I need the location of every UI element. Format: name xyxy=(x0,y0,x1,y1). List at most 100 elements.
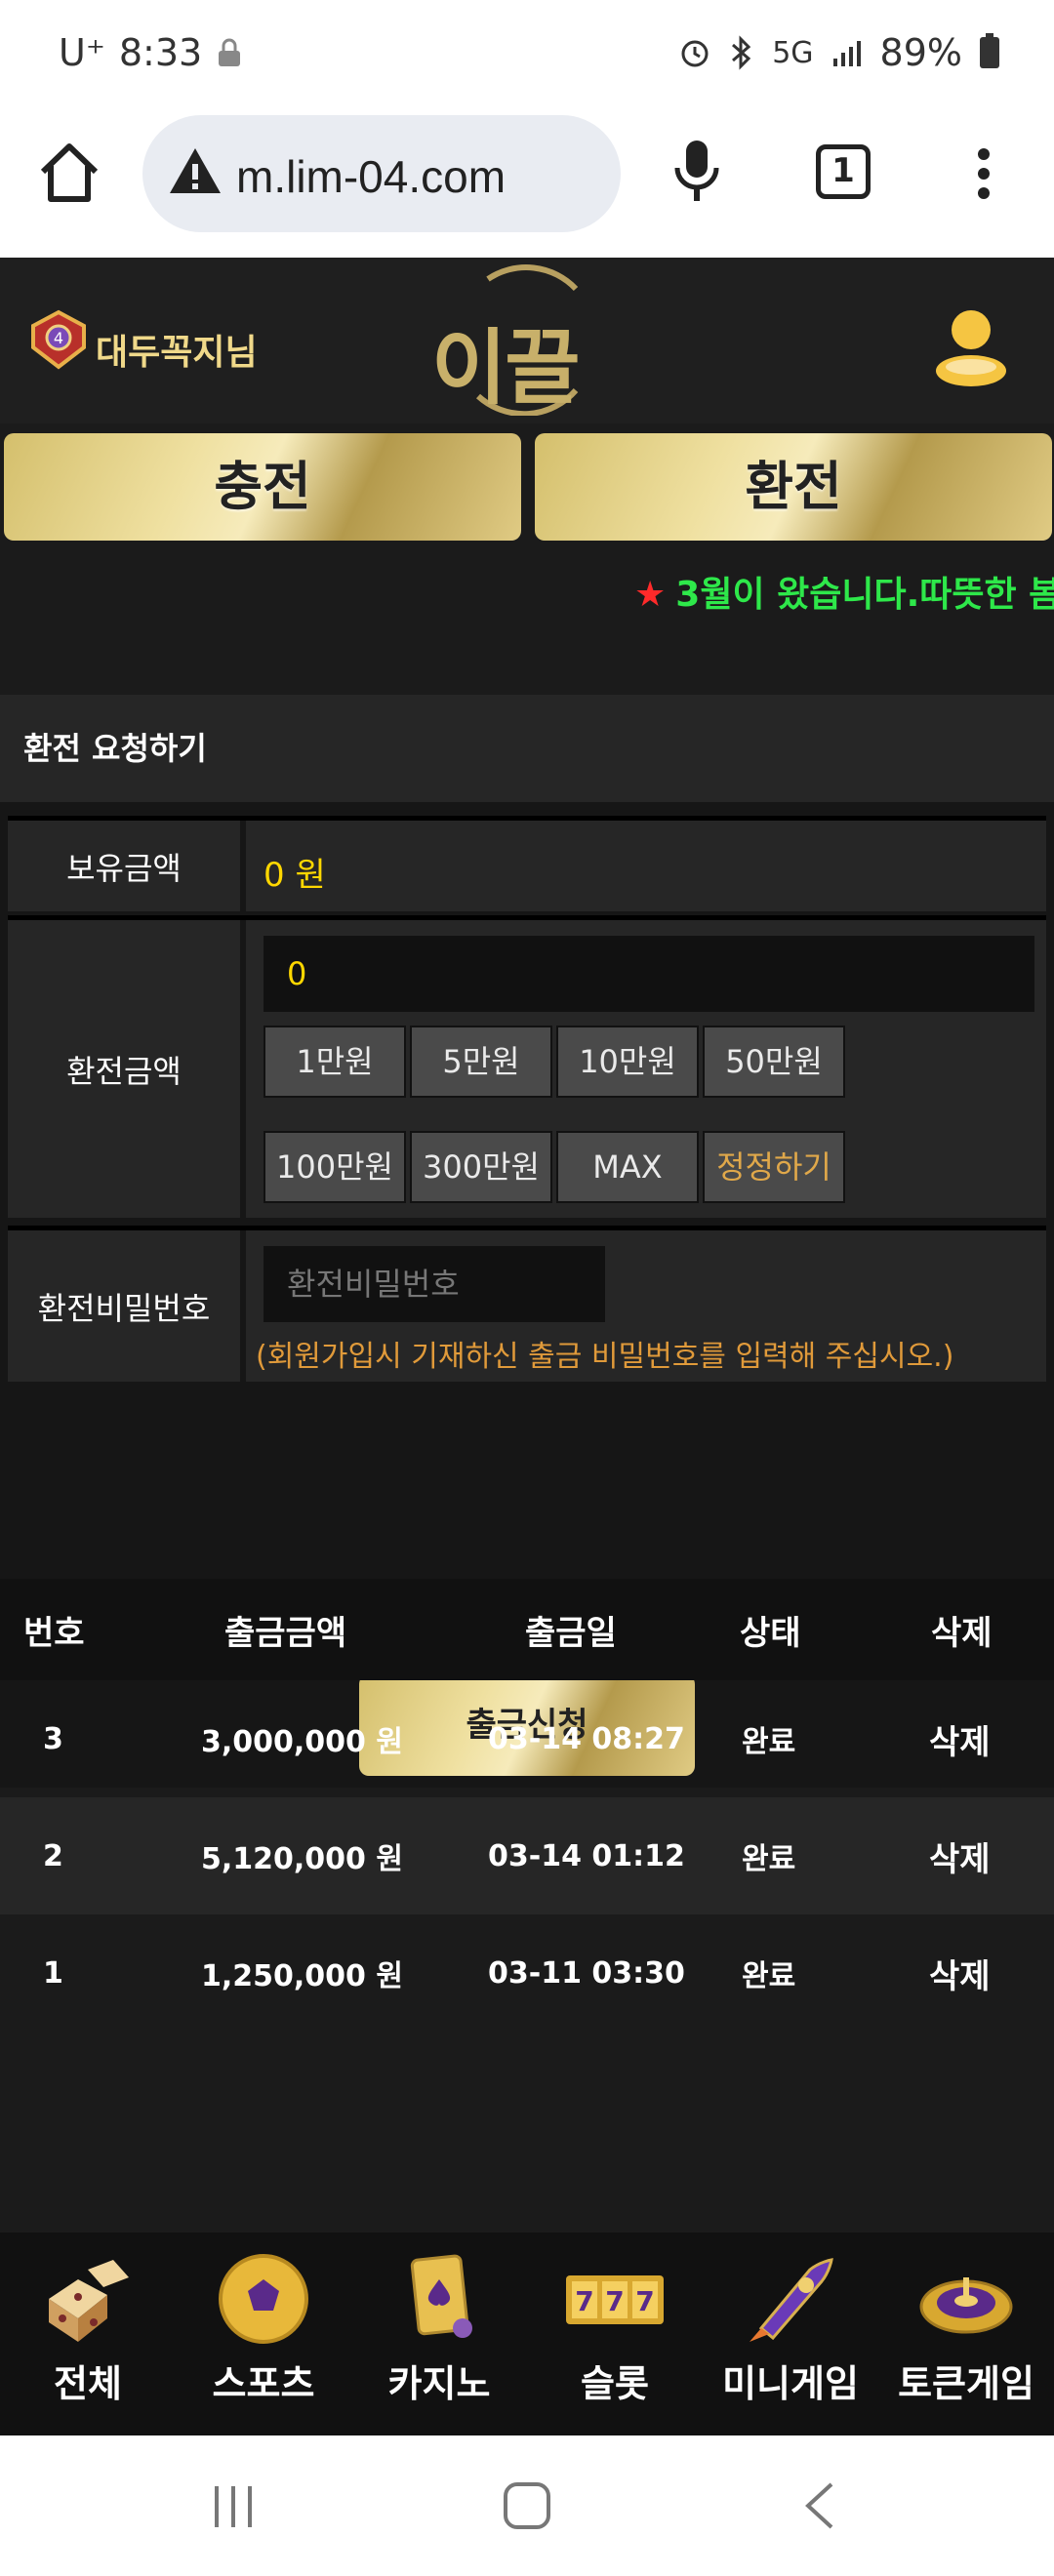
amount-row: 환전금액 0 1만원 5만원 10만원 50만원 100만원 300만원 MAX… xyxy=(8,915,1046,1218)
home-nav-icon[interactable] xyxy=(502,2480,552,2531)
carrier-label: U⁺ xyxy=(59,31,105,74)
form-title: 환전 요청하기 xyxy=(0,695,1054,802)
status-right: 5G 89% xyxy=(678,31,999,74)
header-no: 번호 xyxy=(23,1613,85,1653)
chip-3m-button[interactable]: 300만원 xyxy=(410,1131,552,1203)
reset-amount-button[interactable]: 정정하기 xyxy=(703,1131,845,1203)
row-delete-button[interactable]: 삭제 xyxy=(929,1797,991,1914)
network-label: 5G xyxy=(772,35,814,70)
site-header: 4 대두꼭지님 이끌림 xyxy=(0,258,1054,534)
amount-label: 환전금액 xyxy=(8,920,240,1218)
site-logo[interactable]: 이끌림 xyxy=(410,260,644,534)
star-icon: ★ xyxy=(634,575,667,615)
game-bottom-nav: 전체 스포츠 카지노 7 7 7 슬롯 미니게임 토큰게임 xyxy=(0,2233,1054,2435)
row-status: 완료 xyxy=(742,1959,796,1993)
address-bar[interactable]: m.lim-04.com xyxy=(142,115,621,232)
site-content: 4 대두꼭지님 이끌림 충전 환전 ★3월이 왔습니다.따뜻한 봄 환전 요청하… xyxy=(0,258,1054,2435)
status-bar: U⁺ 8:33 5G 89% xyxy=(0,0,1054,109)
table-header: 번호 출금금액 출금일 상태 삭제 xyxy=(0,1579,1054,1680)
nav-sports-label: 스포츠 xyxy=(212,2362,315,2405)
battery-icon xyxy=(980,33,999,68)
balance-row: 보유금액 0 원 xyxy=(8,816,1046,911)
row-amount: 1,250,000 원 xyxy=(201,1959,403,1993)
header-status: 상태 xyxy=(740,1613,801,1653)
nav-minigame[interactable]: 미니게임 xyxy=(703,2233,878,2435)
row-no: 1 xyxy=(43,1955,63,1991)
profile-icon[interactable] xyxy=(927,302,1015,390)
nav-slot[interactable]: 7 7 7 슬롯 xyxy=(527,2233,703,2435)
svg-text:7: 7 xyxy=(575,2285,593,2317)
chip-max-button[interactable]: MAX xyxy=(556,1131,699,1203)
table-row: 3 3,000,000 원 03-14 08:27 완료 삭제 xyxy=(0,1680,1054,1797)
row-status: 완료 xyxy=(742,1725,796,1759)
chip-1m-button[interactable]: 100만원 xyxy=(264,1131,406,1203)
username[interactable]: 대두꼭지님 xyxy=(96,324,258,375)
status-left: U⁺ 8:33 xyxy=(59,31,243,74)
amount-input[interactable]: 0 xyxy=(264,936,1034,1012)
charge-button[interactable]: 충전 xyxy=(4,433,521,541)
balance-label: 보유금액 xyxy=(8,821,240,911)
row-delete-button[interactable]: 삭제 xyxy=(929,1914,991,2032)
tab-switcher-button[interactable]: 1 xyxy=(816,144,871,199)
nav-all-label: 전체 xyxy=(54,2362,122,2405)
dice-icon xyxy=(49,2260,129,2342)
back-icon[interactable] xyxy=(800,2480,839,2531)
recent-apps-icon[interactable] xyxy=(209,2482,258,2531)
row-status: 완료 xyxy=(742,1842,796,1876)
header-date: 출금일 xyxy=(525,1613,617,1653)
amount-content: 0 1만원 5만원 10만원 50만원 100만원 300만원 MAX 정정하기 xyxy=(246,920,1046,1218)
nav-token-game-label: 토큰게임 xyxy=(898,2362,1034,2405)
balance-value: 0 원 xyxy=(264,856,326,895)
nav-casino[interactable]: 카지노 xyxy=(351,2233,527,2435)
row-no: 2 xyxy=(43,1838,63,1873)
playing-card-icon xyxy=(410,2254,472,2338)
password-row: 환전비밀번호 환전비밀번호 (회원가입시 기재하신 출금 비밀번호를 입력해 주… xyxy=(8,1226,1046,1382)
password-label: 환전비밀번호 xyxy=(8,1230,240,1382)
password-content: 환전비밀번호 (회원가입시 기재하신 출금 비밀번호를 입력해 주십시오.) xyxy=(246,1230,1046,1382)
notice-marquee: ★ 3월이 왔습니다.따뜻한 봄 xyxy=(634,566,1054,617)
alarm-icon xyxy=(681,40,709,67)
chip-100k-button[interactable]: 10만원 xyxy=(556,1026,699,1098)
svg-text:7: 7 xyxy=(635,2285,654,2317)
warning-icon[interactable] xyxy=(166,142,224,201)
lock-icon xyxy=(219,38,241,66)
svg-text:4: 4 xyxy=(54,329,63,347)
nav-token-game[interactable]: 토큰게임 xyxy=(878,2233,1054,2435)
chip-500k-button[interactable]: 50만원 xyxy=(703,1026,845,1098)
row-amount: 5,120,000 원 xyxy=(201,1842,403,1876)
nav-casino-label: 카지노 xyxy=(387,2362,491,2405)
signal-icon xyxy=(832,41,861,66)
table-row: 2 5,120,000 원 03-14 01:12 완료 삭제 xyxy=(0,1797,1054,1914)
nav-sports[interactable]: 스포츠 xyxy=(176,2233,351,2435)
bluetooth-icon xyxy=(732,35,751,70)
slot-777-icon: 7 7 7 xyxy=(566,2275,664,2324)
table-row: 1 1,250,000 원 03-11 03:30 완료 삭제 xyxy=(0,1914,1054,2032)
nav-minigame-label: 미니게임 xyxy=(722,2362,859,2405)
home-icon[interactable] xyxy=(35,139,103,207)
soccer-ball-icon xyxy=(219,2254,308,2344)
row-amount: 3,000,000 원 xyxy=(201,1725,403,1759)
url-text[interactable]: m.lim-04.com xyxy=(236,150,506,203)
level-badge-icon: 4 xyxy=(31,309,86,370)
nav-slot-label: 슬롯 xyxy=(581,2362,649,2405)
more-menu-icon[interactable] xyxy=(966,144,1001,203)
row-date: 03-14 08:27 xyxy=(488,1721,685,1756)
password-input[interactable]: 환전비밀번호 xyxy=(264,1246,605,1322)
balance-content: 0 원 xyxy=(246,821,1046,911)
microphone-icon[interactable] xyxy=(669,137,724,205)
chip-10k-button[interactable]: 1만원 xyxy=(264,1026,406,1098)
android-nav-bar xyxy=(0,2435,1054,2576)
password-note: (회원가입시 기재하신 출금 비밀번호를 입력해 주십시오.) xyxy=(256,1340,954,1374)
battery-level: 89% xyxy=(879,31,962,74)
row-delete-button[interactable]: 삭제 xyxy=(929,1680,991,1797)
svg-text:7: 7 xyxy=(605,2285,624,2317)
header-amount: 출금금액 xyxy=(224,1613,347,1653)
browser-toolbar: m.lim-04.com 1 xyxy=(0,109,1054,258)
row-date: 03-11 03:30 xyxy=(488,1955,685,1991)
roulette-icon xyxy=(919,2277,1013,2334)
nav-all[interactable]: 전체 xyxy=(0,2233,176,2435)
row-no: 3 xyxy=(43,1721,63,1756)
chip-50k-button[interactable]: 5만원 xyxy=(410,1026,552,1098)
rocket-icon xyxy=(750,2258,833,2342)
exchange-button[interactable]: 환전 xyxy=(535,433,1052,541)
